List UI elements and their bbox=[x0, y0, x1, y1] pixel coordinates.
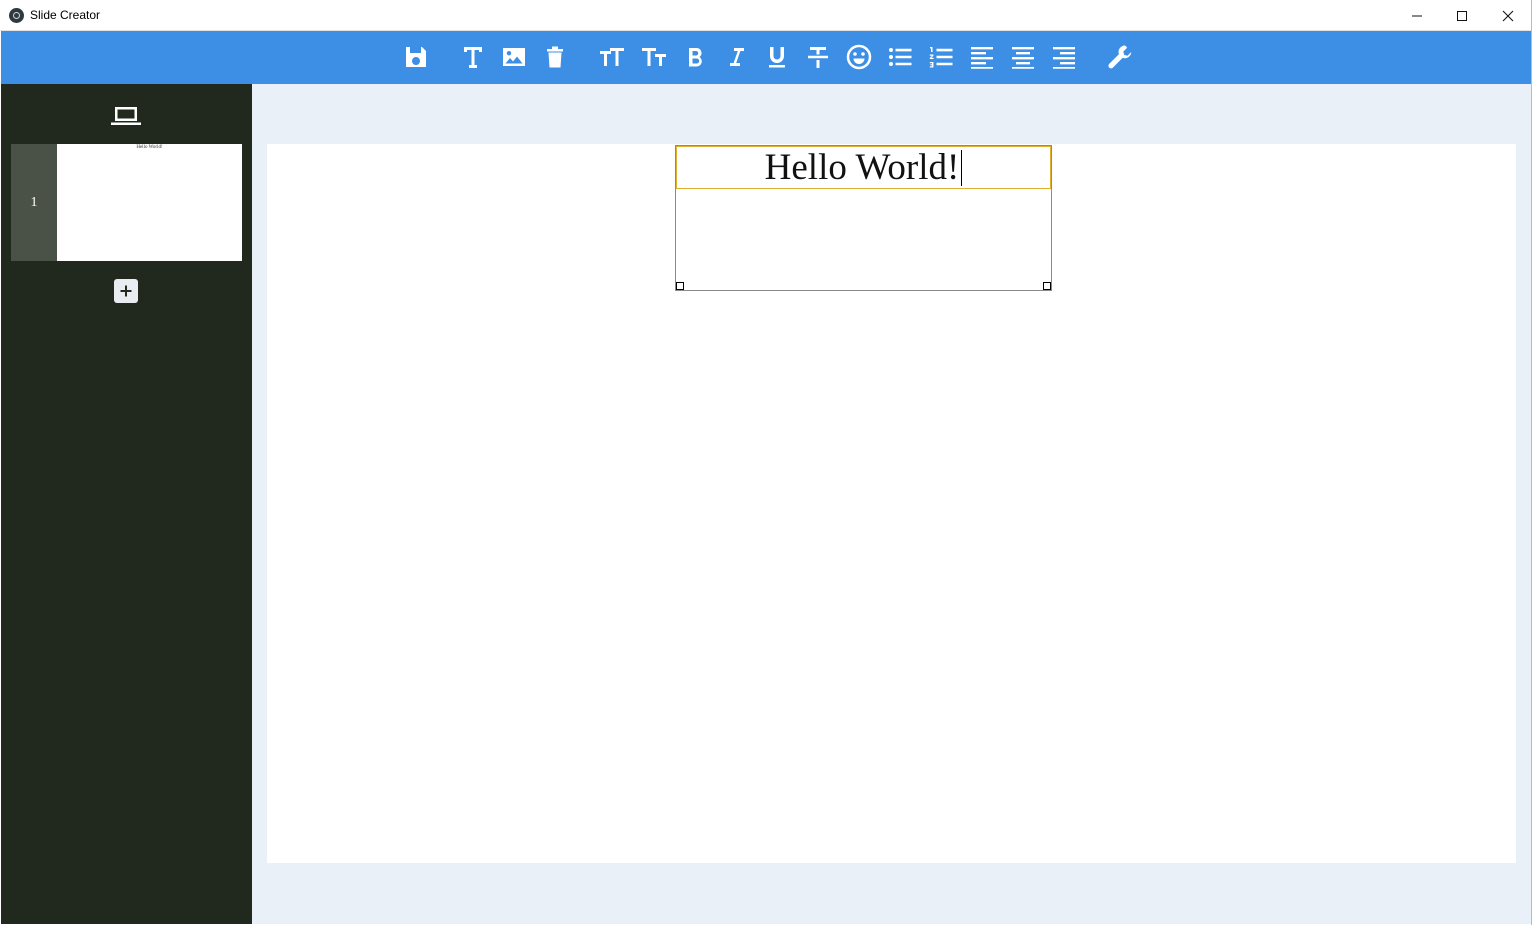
numbered-list-button[interactable] bbox=[925, 41, 957, 73]
editor-workspace: Hello World! bbox=[252, 84, 1531, 924]
settings-button[interactable] bbox=[1104, 41, 1136, 73]
add-slide-button[interactable] bbox=[114, 279, 138, 303]
bulleted-list-icon bbox=[889, 48, 912, 66]
emoji-button[interactable] bbox=[843, 41, 875, 73]
underline-button[interactable] bbox=[761, 41, 793, 73]
slide-canvas[interactable]: Hello World! bbox=[267, 144, 1516, 863]
numbered-list-icon bbox=[929, 47, 953, 68]
close-button[interactable] bbox=[1485, 0, 1531, 31]
maximize-button[interactable] bbox=[1439, 0, 1485, 31]
image-icon bbox=[503, 48, 525, 66]
save-icon bbox=[406, 47, 426, 67]
underline-icon bbox=[769, 47, 785, 68]
font-size-increase-icon bbox=[600, 48, 624, 66]
text-caret bbox=[961, 149, 963, 186]
add-text-button[interactable] bbox=[457, 41, 489, 73]
slide-preview-text: Hello World! bbox=[136, 145, 163, 150]
laptop-icon bbox=[111, 107, 141, 125]
align-left-button[interactable] bbox=[966, 41, 998, 73]
delete-button[interactable] bbox=[539, 41, 571, 73]
strikethrough-button[interactable] bbox=[802, 41, 834, 73]
resize-handle-bottom-right[interactable] bbox=[1043, 282, 1051, 290]
minimize-icon bbox=[1412, 15, 1422, 16]
maximize-icon bbox=[1457, 10, 1467, 21]
window-title: Slide Creator bbox=[30, 8, 101, 22]
text-box-content: Hello World! bbox=[764, 147, 960, 188]
toolbar bbox=[1, 31, 1531, 84]
slides-sidebar: 1 Hello World! bbox=[1, 84, 252, 924]
increase-font-size-button[interactable] bbox=[596, 41, 628, 73]
slide-thumbnail[interactable]: 1 Hello World! bbox=[11, 144, 242, 261]
plus-icon bbox=[120, 285, 132, 297]
align-left-icon bbox=[971, 47, 993, 69]
italic-icon bbox=[730, 48, 744, 66]
minimize-button[interactable] bbox=[1394, 0, 1440, 31]
trash-icon bbox=[547, 46, 563, 68]
emoji-icon bbox=[846, 44, 872, 70]
decrease-font-size-button[interactable] bbox=[638, 41, 670, 73]
wrench-icon bbox=[1108, 45, 1132, 69]
window-titlebar: Slide Creator bbox=[0, 0, 1532, 31]
save-button[interactable] bbox=[400, 41, 432, 73]
slide-preview: Hello World! bbox=[57, 144, 242, 261]
slide-number: 1 bbox=[30, 194, 38, 210]
app-icon bbox=[9, 8, 24, 23]
align-right-button[interactable] bbox=[1048, 41, 1080, 73]
close-icon bbox=[1502, 10, 1514, 21]
strikethrough-icon bbox=[808, 47, 828, 68]
resize-handle-bottom-left[interactable] bbox=[676, 282, 684, 290]
bulleted-list-button[interactable] bbox=[884, 41, 916, 73]
font-size-decrease-icon bbox=[642, 48, 666, 66]
text-box[interactable]: Hello World! bbox=[675, 145, 1052, 291]
align-center-icon bbox=[1012, 47, 1034, 69]
align-center-button[interactable] bbox=[1007, 41, 1039, 73]
text-box-editable[interactable]: Hello World! bbox=[676, 146, 1051, 189]
text-icon bbox=[464, 47, 482, 68]
present-button[interactable] bbox=[109, 102, 143, 130]
italic-button[interactable] bbox=[720, 41, 752, 73]
bold-button[interactable] bbox=[679, 41, 711, 73]
align-right-icon bbox=[1053, 47, 1075, 69]
bold-icon bbox=[689, 48, 702, 67]
add-image-button[interactable] bbox=[498, 41, 530, 73]
